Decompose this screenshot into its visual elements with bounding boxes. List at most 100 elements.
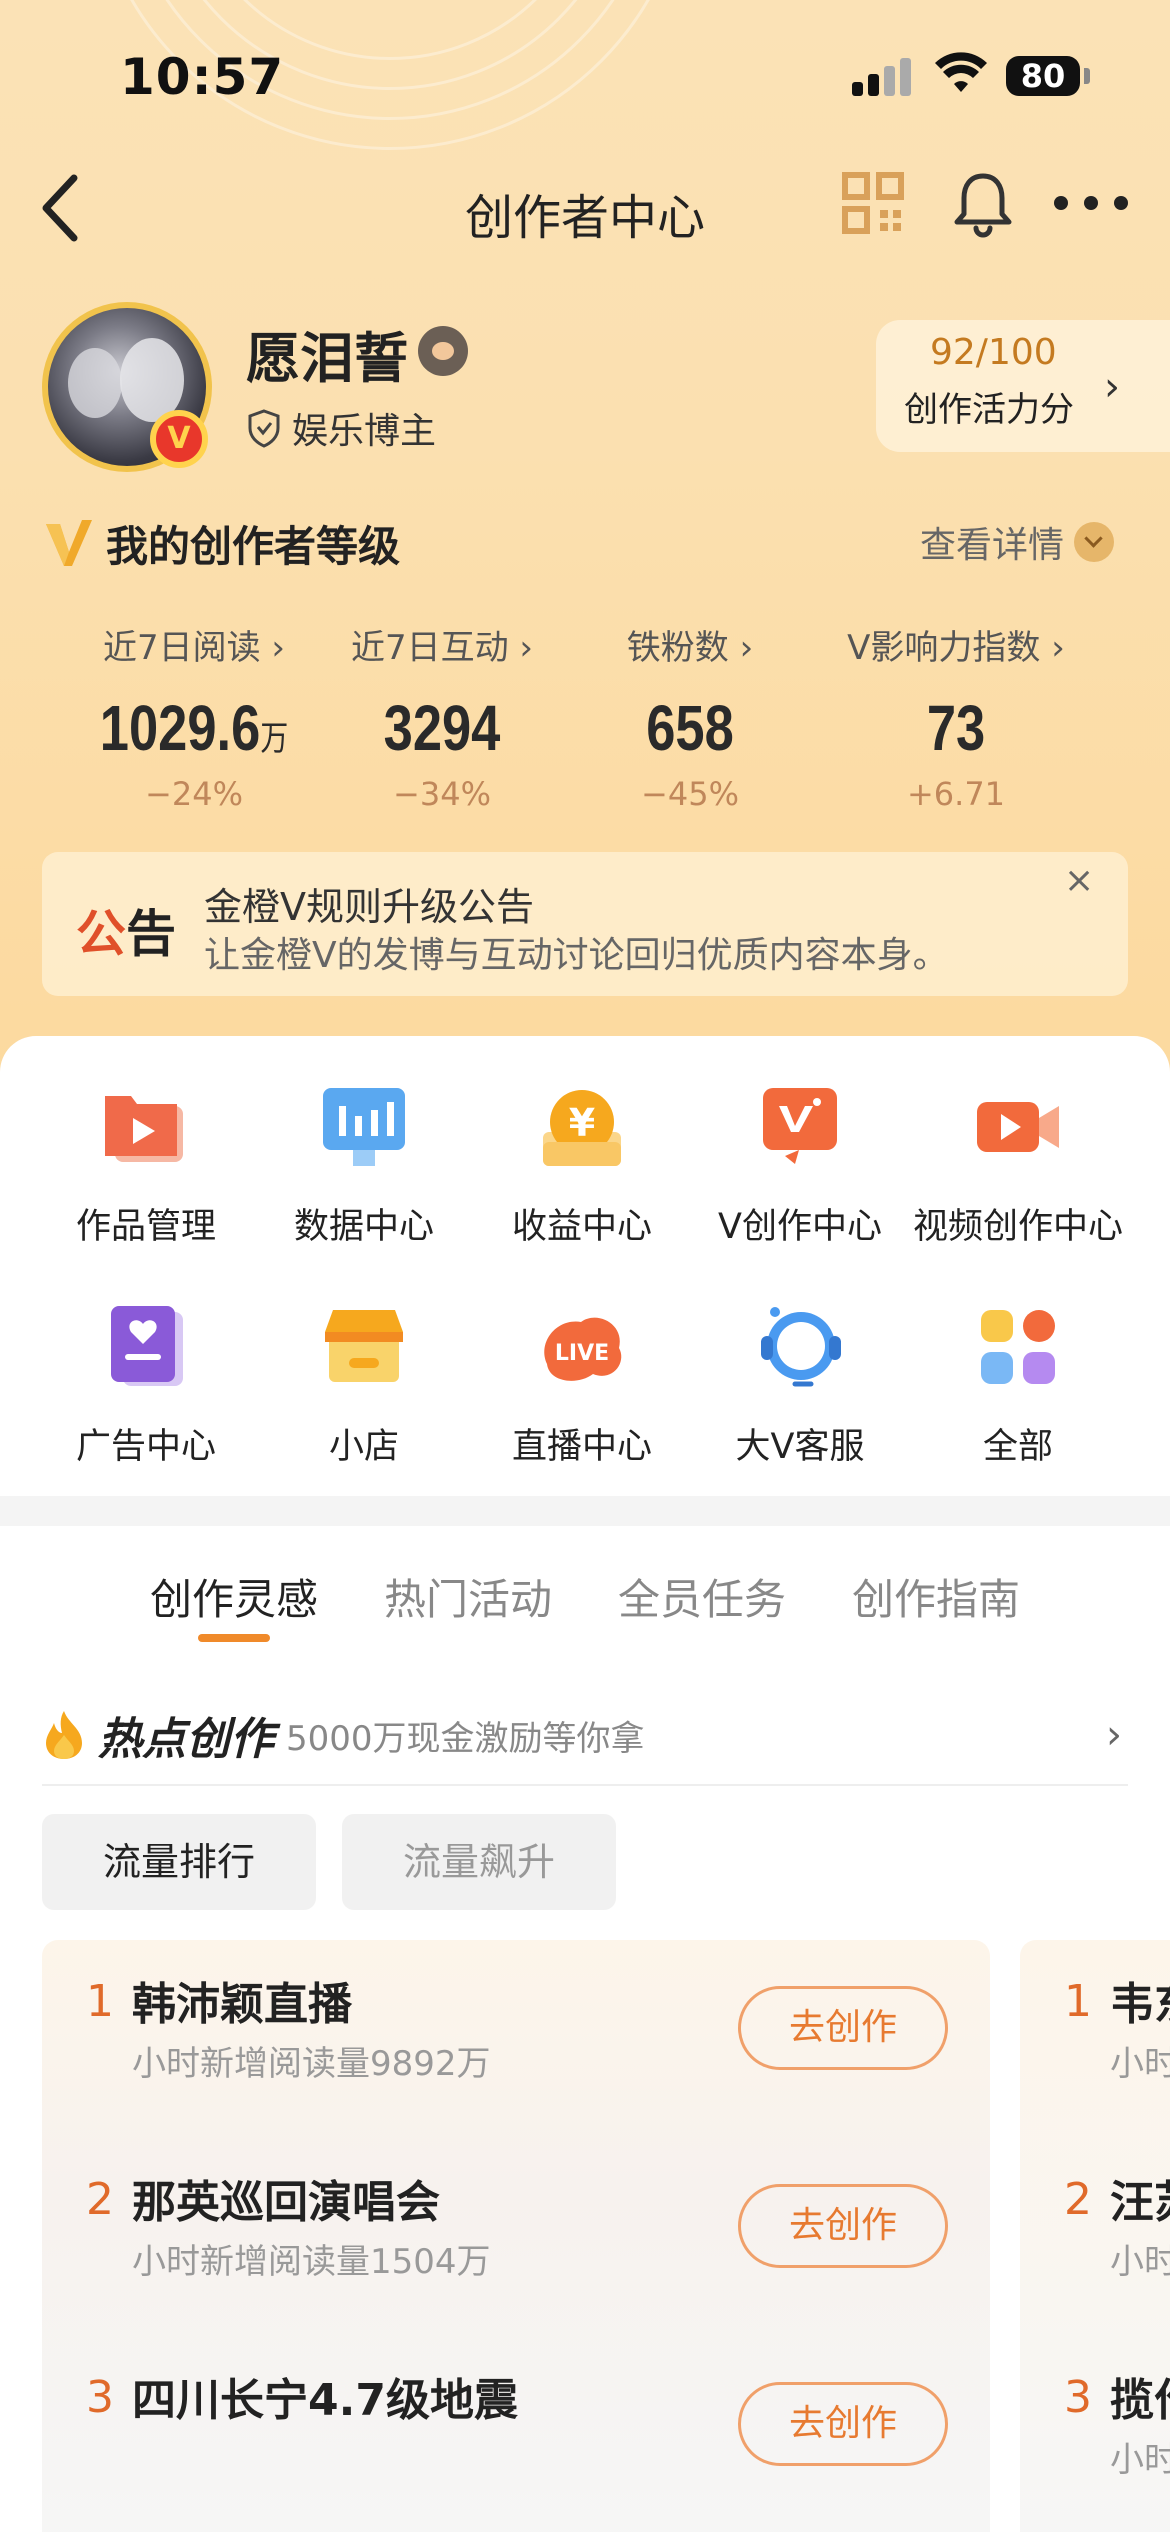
tool-label: 直播中心 <box>511 1427 652 1467</box>
rank-subtitle: 小时新增阅读量9892万 <box>132 2044 491 2084</box>
tool-live-center[interactable]: LIVE 直播中心 <box>472 1302 692 1469</box>
yen-coin-icon: ¥ <box>543 1090 621 1166</box>
list-item[interactable]: 1 韩沛颖直播 小时新增阅读量9892万 去创作 <box>42 1940 990 2130</box>
stat-unit: 万 <box>260 720 289 758</box>
tool-video-creation-center[interactable]: 视频创作中心 <box>908 1082 1128 1249</box>
stat-v-influence[interactable]: V影响力指数 › 73 +6.71 <box>826 620 1086 813</box>
go-create-button[interactable]: 去创作 <box>738 2382 948 2466</box>
rank-subtitle: 小时 <box>1110 2044 1170 2084</box>
tool-label: 视频创作中心 <box>912 1207 1123 1247</box>
list-item[interactable]: 2 那英巡回演唱会 小时新增阅读量1504万 去创作 <box>42 2138 990 2328</box>
folder-play-icon <box>105 1096 183 1162</box>
status-bar: 10:57 80 <box>0 0 1170 150</box>
rank-title: 韩沛颖直播 <box>132 1979 352 2030</box>
stat-value: 658 <box>646 692 734 764</box>
tool-label: 大V客服 <box>735 1427 865 1467</box>
rank-number: 2 <box>1064 2174 1092 2225</box>
rank-number: 1 <box>1064 1976 1092 2027</box>
chip-traffic-ranking[interactable]: 流量排行 <box>42 1814 316 1910</box>
rank-number: 1 <box>86 1976 114 2027</box>
flame-icon <box>46 1711 82 1759</box>
tool-data-center[interactable]: 数据中心 <box>254 1082 474 1249</box>
tool-big-v-service[interactable]: 大V客服 <box>690 1302 910 1469</box>
rank-number: 3 <box>1064 2372 1092 2423</box>
stat-change: +6.71 <box>906 775 1006 813</box>
cellular-signal-icon <box>852 58 916 96</box>
content-section: 创作灵感 热门活动 全员任务 创作指南 热点创作 5000万现金激励等你拿 › … <box>0 1526 1170 2532</box>
stat-change: −34% <box>393 775 491 813</box>
announcement-banner[interactable]: 公告 金橙V规则升级公告 让金橙V的发博与互动讨论回归优质内容本身。 × <box>42 852 1128 996</box>
shield-icon <box>248 409 280 448</box>
tool-label: 小店 <box>328 1427 399 1467</box>
stat-label: 近7日阅读 <box>102 628 261 668</box>
rank-number: 3 <box>86 2372 114 2423</box>
status-time: 10:57 <box>120 48 285 106</box>
activity-score-card[interactable]: 92/100 创作活力分 › <box>876 320 1170 452</box>
tool-ad-center[interactable]: 广告中心 <box>36 1302 256 1469</box>
stat-label: V影响力指数 <box>847 628 1041 668</box>
rank-title: 那英巡回演唱会 <box>132 2177 440 2228</box>
chip-traffic-surge[interactable]: 流量飙升 <box>342 1814 616 1910</box>
tool-label: 广告中心 <box>75 1427 216 1467</box>
role-label: 娱乐博主 <box>292 411 437 452</box>
tab-hot-events[interactable]: 热门活动 <box>384 1566 552 1627</box>
tab-creative-inspiration[interactable]: 创作灵感 <box>150 1566 318 1627</box>
close-icon[interactable]: × <box>1064 860 1094 901</box>
tool-v-creation-center[interactable]: V创作中心 <box>690 1082 910 1249</box>
stat-interactions[interactable]: 近7日互动 › 3294 −34% <box>312 620 572 813</box>
v-sparkle-icon <box>763 1088 837 1164</box>
hot-creation-row[interactable]: 热点创作 5000万现金激励等你拿 › <box>42 1686 1128 1786</box>
rank-title: 四川长宁4.7级地震 <box>132 2375 518 2426</box>
rank-subtitle: 小时 <box>1110 2242 1170 2282</box>
wifi-icon <box>935 52 987 92</box>
profile-role[interactable]: 娱乐博主 <box>246 402 436 454</box>
stat-change: −45% <box>641 775 739 813</box>
stat-change: −24% <box>145 775 243 813</box>
battery-tip <box>1084 68 1090 84</box>
headset-icon <box>761 1307 841 1387</box>
tab-all-member-tasks[interactable]: 全员任务 <box>618 1566 786 1627</box>
svg-text:¥: ¥ <box>569 1101 595 1145</box>
tool-all[interactable]: 全部 <box>908 1302 1128 1469</box>
tool-label: 收益中心 <box>511 1207 652 1247</box>
tool-label: 全部 <box>982 1427 1053 1467</box>
verified-v-badge: V <box>150 410 208 468</box>
chevron-right-icon: › <box>1104 364 1120 410</box>
tools-grid: 作品管理 数据中心 ¥ 收益中心 V创作中心 视频创作中心 广告中心 小店 LI… <box>0 1036 1170 1496</box>
rank-subtitle: 小时新增阅读量1504万 <box>132 2242 491 2282</box>
tab-creation-guide[interactable]: 创作指南 <box>852 1566 1020 1627</box>
qr-code-icon[interactable] <box>842 172 904 234</box>
hot-creation-title: 热点创作 <box>98 1714 274 1765</box>
v-logo-icon <box>46 520 92 566</box>
chevron-down-icon <box>1074 522 1115 562</box>
stat-value: 73 <box>926 692 986 764</box>
stat-iron-fans[interactable]: 铁粉数 › 658 −45% <box>560 620 820 813</box>
stat-value: 3294 <box>383 692 501 764</box>
announcement-tag-a: 公 <box>76 905 126 963</box>
go-create-button[interactable]: 去创作 <box>738 2184 948 2268</box>
rank-title: 揽作 <box>1110 2375 1170 2426</box>
stat-reads[interactable]: 近7日阅读 › 1029.6万 −24% <box>64 620 324 813</box>
go-create-button[interactable]: 去创作 <box>738 1986 948 2070</box>
shop-icon <box>325 1310 403 1382</box>
level-title: 我的创作者等级 <box>106 521 401 571</box>
rank-title: 汪苏 <box>1110 2177 1170 2228</box>
ranking-card-next: 1 韦东 小时 2 汪苏 小时 3 揽作 小时 <box>1020 1940 1170 2532</box>
hot-creation-subtitle: 5000万现金激励等你拿 <box>286 1718 645 1759</box>
view-details-link[interactable]: 查看详情 <box>920 516 1115 568</box>
tool-shop[interactable]: 小店 <box>254 1302 474 1469</box>
bell-icon[interactable] <box>952 170 1014 238</box>
profile-name[interactable]: 愿泪誓 <box>246 314 408 393</box>
list-item[interactable]: 3 四川长宁4.7级地震 去创作 <box>42 2336 990 2526</box>
rank-number: 2 <box>86 2174 114 2225</box>
tool-earnings-center[interactable]: ¥ 收益中心 <box>472 1082 692 1249</box>
active-tab-indicator <box>198 1634 270 1642</box>
svg-text:LIVE: LIVE <box>555 1341 609 1366</box>
tool-label: 作品管理 <box>75 1207 216 1247</box>
grid-icon <box>981 1310 1055 1384</box>
bar-chart-icon <box>323 1088 405 1166</box>
more-options-icon[interactable] <box>1054 196 1130 212</box>
tool-works-management[interactable]: 作品管理 <box>36 1082 256 1249</box>
level-badge-icon[interactable] <box>418 326 468 376</box>
announcement-body: 让金橙V的发博与互动讨论回归优质内容本身。 <box>204 935 949 976</box>
